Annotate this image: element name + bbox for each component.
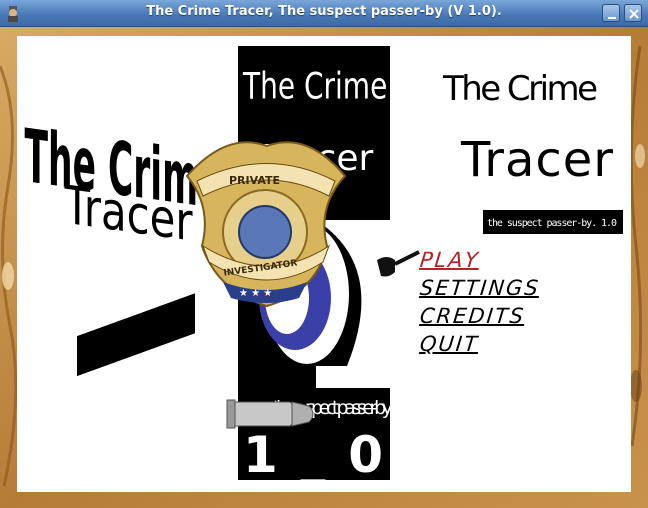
- main-menu: PLAY SETTINGS CREDITS QUIT: [419, 246, 542, 358]
- menu-item-label: CREDITS: [418, 304, 527, 328]
- window-title: The Crime Tracer, The suspect passer-by …: [146, 4, 502, 19]
- pipe-icon: [377, 250, 420, 277]
- minimize-button[interactable]: [602, 4, 620, 22]
- logo-right-line2: Tracer: [460, 132, 613, 188]
- close-icon: [629, 9, 639, 19]
- menu-item-settings[interactable]: SETTINGS: [419, 274, 542, 302]
- logo-right-line1: The Crime: [442, 69, 598, 109]
- menu-item-quit[interactable]: QUIT: [419, 330, 542, 358]
- menu-item-label: PLAY: [418, 248, 481, 272]
- minimize-icon: [608, 17, 616, 19]
- close-button[interactable]: [624, 4, 642, 22]
- menu-item-credits[interactable]: CREDITS: [419, 302, 542, 330]
- menu-item-label: QUIT: [418, 332, 481, 356]
- menu-item-label: SETTINGS: [418, 276, 542, 300]
- bullet-icon: [226, 399, 314, 429]
- badge-top-text: PRIVATE: [229, 174, 280, 187]
- logo-left: The Crime Tracer: [25, 113, 222, 254]
- window-titlebar[interactable]: The Crime Tracer, The suspect passer-by …: [0, 0, 648, 27]
- logo-center-line1: The Crime: [242, 65, 387, 108]
- logo-center-version: 1_0: [243, 426, 383, 484]
- logo-right-subtitle: the suspect passer-by. 1.0: [487, 218, 617, 229]
- badge-stars: ★ ★ ★: [239, 288, 272, 299]
- menu-item-play[interactable]: PLAY: [419, 246, 542, 274]
- logo-right: The Crime Tracer the suspect passer-by. …: [442, 69, 623, 234]
